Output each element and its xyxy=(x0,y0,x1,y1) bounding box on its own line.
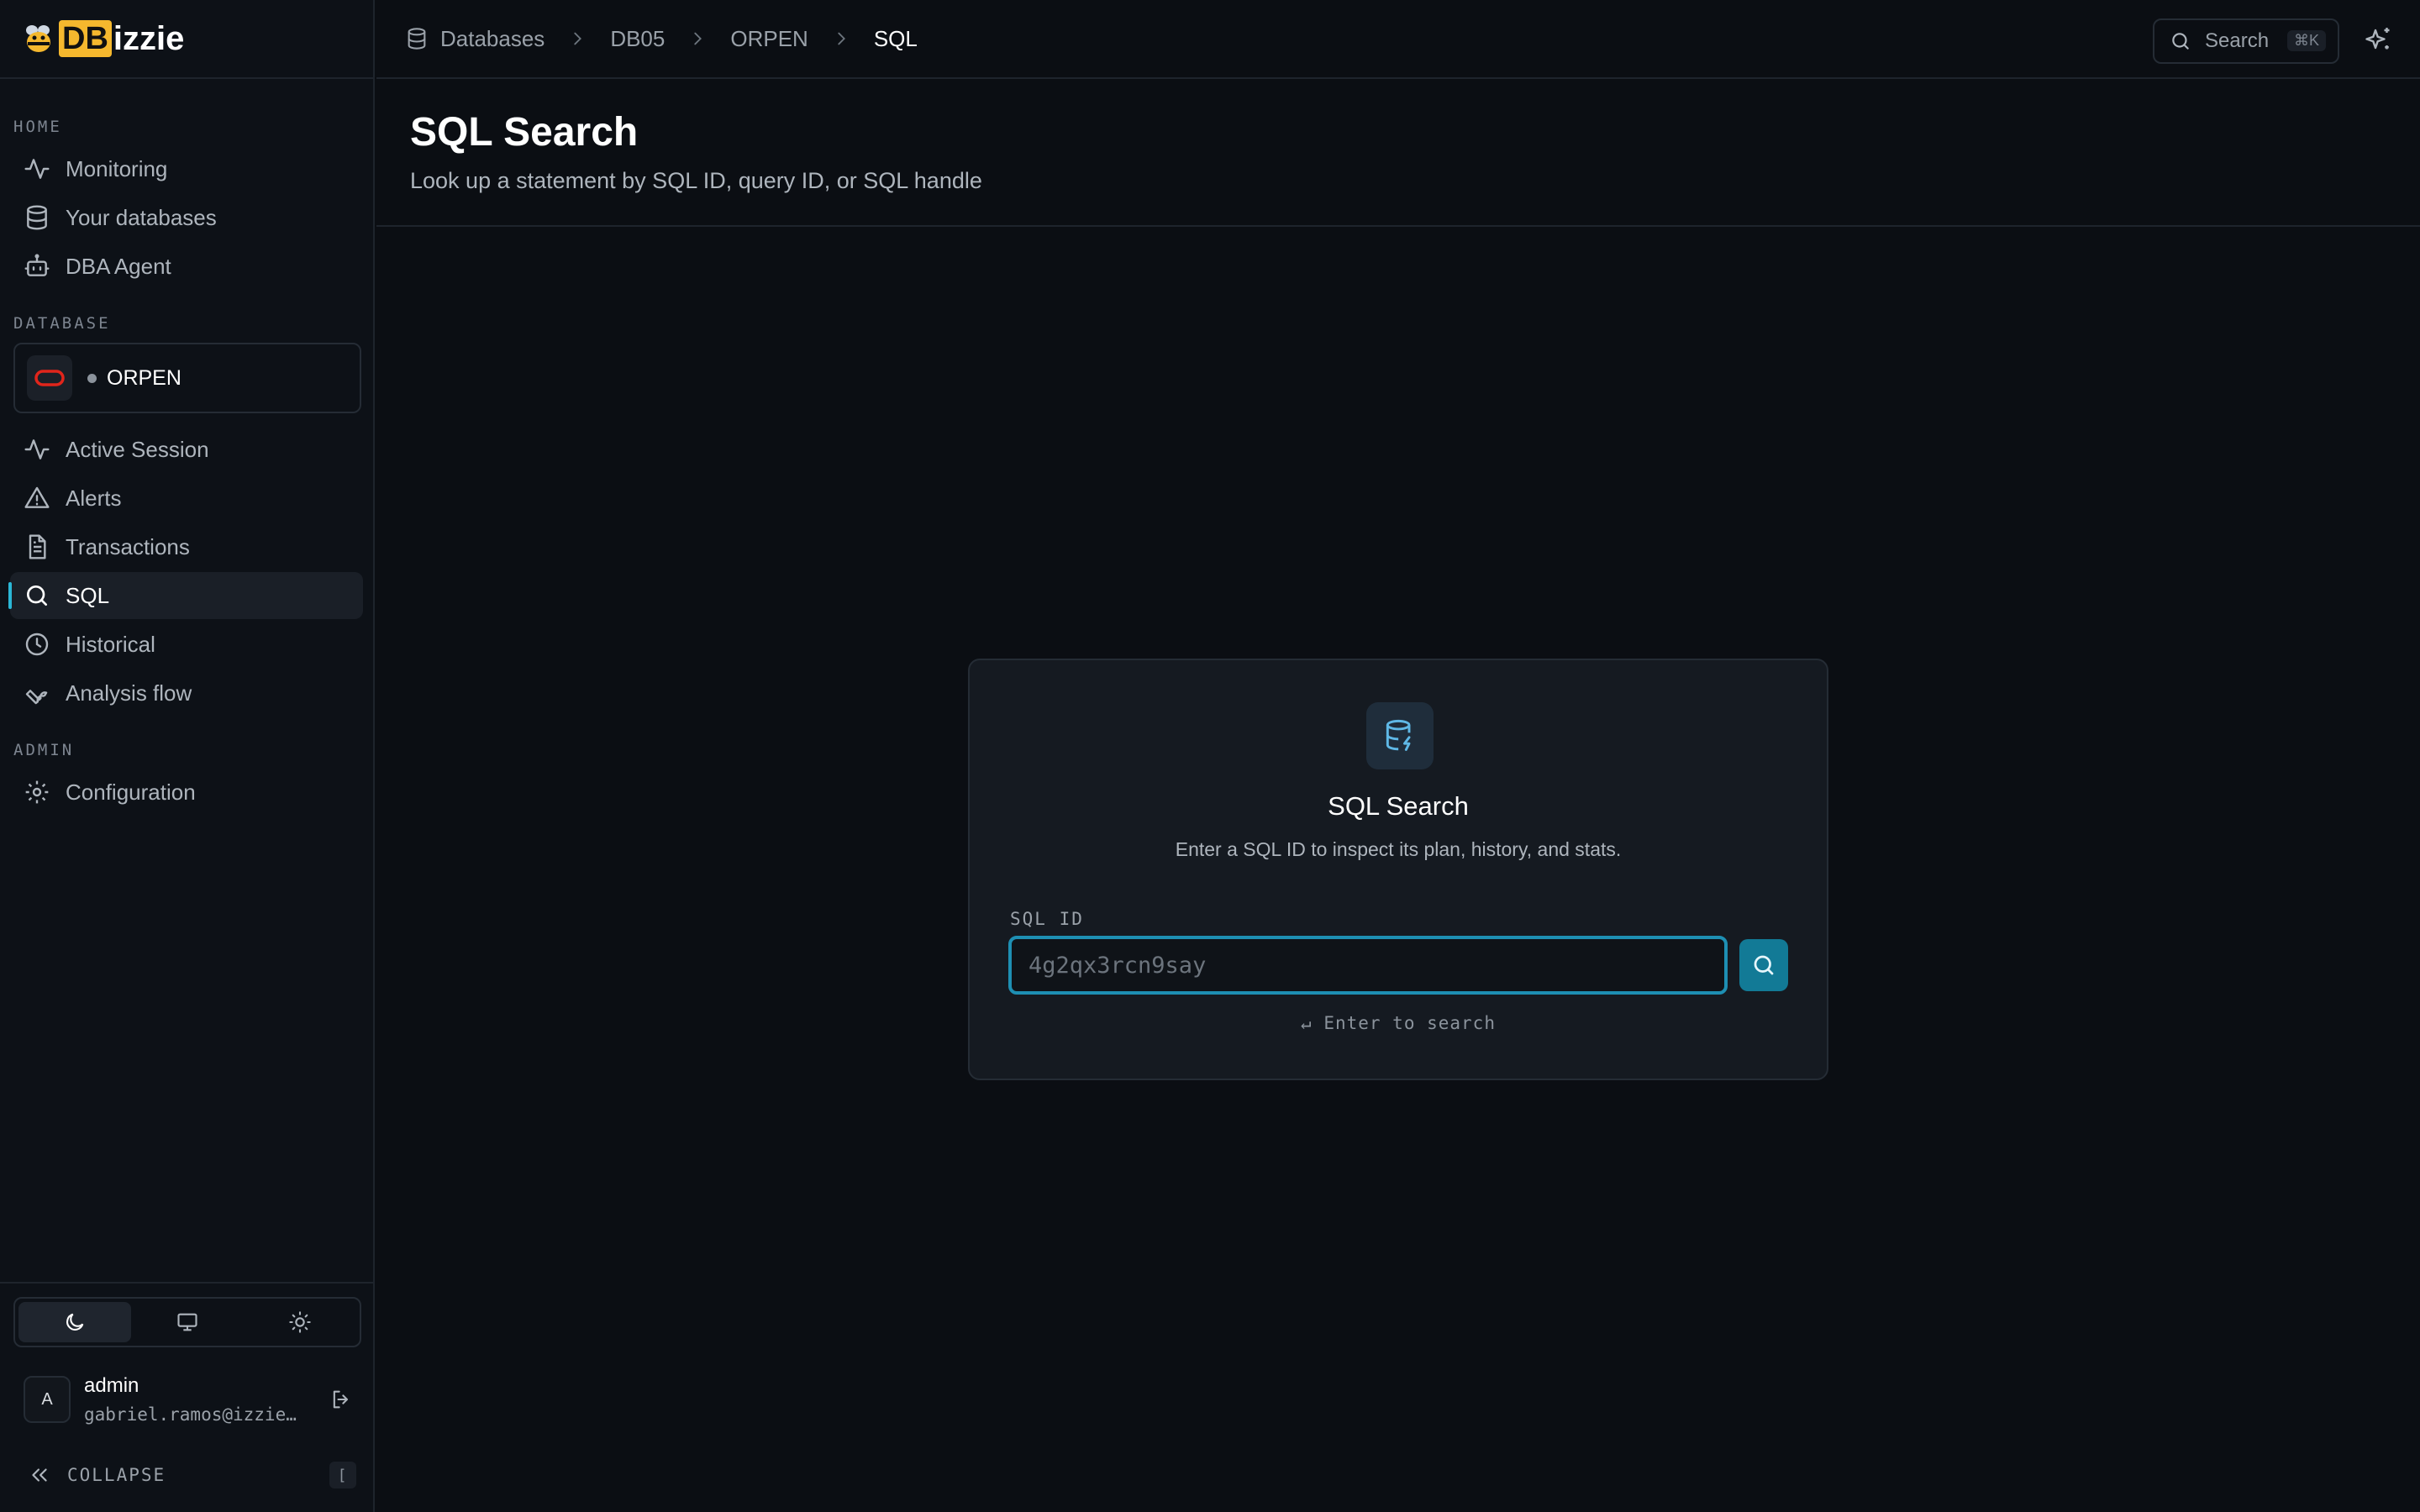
global-search-button[interactable]: Search ⌘K xyxy=(2153,18,2339,64)
sidebar-item-label: DBA Agent xyxy=(66,253,171,279)
sidebar-item-active-session[interactable]: Active Session xyxy=(10,426,363,473)
user-name: admin xyxy=(84,1374,139,1397)
collapse-shortcut: [ xyxy=(329,1462,356,1488)
breadcrumb-databases[interactable]: Databases xyxy=(405,26,544,52)
theme-switcher xyxy=(13,1297,361,1347)
search-icon xyxy=(1754,955,1774,975)
search-icon xyxy=(27,585,47,606)
brand-db: DB xyxy=(59,20,112,57)
enter-hint: ↵ Enter to search xyxy=(1301,1013,1496,1033)
sidebar-item-label: Active Session xyxy=(66,436,209,462)
search-label: Search xyxy=(2205,29,2270,52)
sidebar-item-label: Transactions xyxy=(66,533,190,559)
sparkles-icon[interactable] xyxy=(2363,25,2393,55)
card-description: Enter a SQL ID to inspect its plan, hist… xyxy=(1175,838,1622,860)
sidebar-item-label: Historical xyxy=(66,631,155,657)
sidebar-item-label: Alerts xyxy=(66,485,122,511)
user-profile: A admin gabriel.ramos@izzie… xyxy=(24,1374,360,1425)
top-bar: Databases DB05 ORPEN SQL Search ⌘K xyxy=(376,0,2420,79)
sql-search-card: SQL Search Enter a SQL ID to inspect its… xyxy=(968,659,1828,1080)
sql-id-input[interactable] xyxy=(1008,936,1728,995)
alert-triangle-icon xyxy=(24,486,50,508)
collapse-button[interactable]: COLLAPSE [ xyxy=(29,1460,356,1490)
monitor-icon xyxy=(177,1313,197,1331)
sidebar-item-alerts[interactable]: Alerts xyxy=(10,475,363,522)
brand-izzie: izzie xyxy=(113,19,185,57)
sidebar-item-sql[interactable]: SQL xyxy=(8,572,363,619)
theme-light-button[interactable] xyxy=(244,1302,356,1342)
clock-icon xyxy=(25,633,49,656)
breadcrumb-orpen[interactable]: ORPEN xyxy=(730,26,808,52)
page-header: SQL Search Look up a statement by SQL ID… xyxy=(376,81,2420,227)
activity-icon xyxy=(24,439,50,459)
section-database-label: DATABASE xyxy=(13,314,111,333)
database-selector[interactable]: ORPEN xyxy=(13,343,361,413)
bee-icon xyxy=(26,25,50,52)
sidebar-item-label: Your databases xyxy=(66,204,217,230)
database-icon xyxy=(27,205,47,230)
breadcrumb-label: Databases xyxy=(440,25,545,51)
sidebar-item-label: Monitoring xyxy=(66,155,168,181)
sql-id-label: SQL ID xyxy=(1010,909,1084,929)
sidebar-item-label: SQL xyxy=(66,582,110,608)
search-icon xyxy=(2172,33,2189,50)
user-email: gabriel.ramos@izzie… xyxy=(84,1404,297,1425)
database-zap-icon xyxy=(1366,702,1434,769)
breadcrumb-sql: SQL xyxy=(873,25,918,51)
chevrons-left-icon xyxy=(32,1468,47,1482)
sidebar-item-label: Configuration xyxy=(66,779,196,805)
section-home-label: HOME xyxy=(13,118,62,136)
chevron-right-icon xyxy=(838,32,845,45)
section-admin-label: ADMIN xyxy=(13,741,75,759)
page-subtitle: Look up a statement by SQL ID, query ID,… xyxy=(410,168,982,193)
status-dot xyxy=(87,373,97,383)
sidebar-item-label: Analysis flow xyxy=(66,680,192,706)
sidebar-item-historical[interactable]: Historical xyxy=(10,621,363,668)
logout-icon[interactable] xyxy=(329,1388,353,1411)
moon-icon xyxy=(66,1313,84,1331)
sidebar-item-monitoring[interactable]: Monitoring xyxy=(10,145,363,192)
search-shortcut: ⌘K xyxy=(2286,30,2326,51)
search-submit-button[interactable] xyxy=(1739,939,1788,991)
sidebar: DB izzie HOME Monitoring Your databases … xyxy=(0,0,375,1512)
divider xyxy=(0,1282,375,1284)
brand-logo[interactable]: DB izzie xyxy=(0,0,375,79)
theme-dark-button[interactable] xyxy=(18,1302,131,1342)
bot-icon xyxy=(24,254,50,276)
sidebar-item-configuration[interactable]: Configuration xyxy=(10,769,363,816)
chevron-right-icon xyxy=(694,32,702,45)
breadcrumb-db05[interactable]: DB05 xyxy=(610,26,665,52)
database-icon xyxy=(408,28,426,50)
gear-icon xyxy=(25,780,49,804)
sun-icon xyxy=(289,1311,311,1333)
collapse-label: COLLAPSE xyxy=(67,1465,166,1485)
avatar: A xyxy=(24,1376,71,1423)
database-name: ORPEN xyxy=(107,365,182,390)
page-title: SQL Search xyxy=(410,110,639,155)
chevron-right-icon xyxy=(574,32,582,45)
oracle-logo-icon xyxy=(27,355,72,401)
wrench-icon xyxy=(25,690,48,705)
activity-icon xyxy=(24,159,50,179)
file-text-icon xyxy=(29,534,46,559)
sidebar-item-transactions[interactable]: Transactions xyxy=(10,523,363,570)
sidebar-item-analysis-flow[interactable]: Analysis flow xyxy=(10,669,363,717)
theme-system-button[interactable] xyxy=(131,1302,244,1342)
card-title: SQL Search xyxy=(1328,791,1469,821)
sidebar-item-dba-agent[interactable]: DBA Agent xyxy=(10,243,363,290)
sidebar-item-your-databases[interactable]: Your databases xyxy=(10,194,363,241)
